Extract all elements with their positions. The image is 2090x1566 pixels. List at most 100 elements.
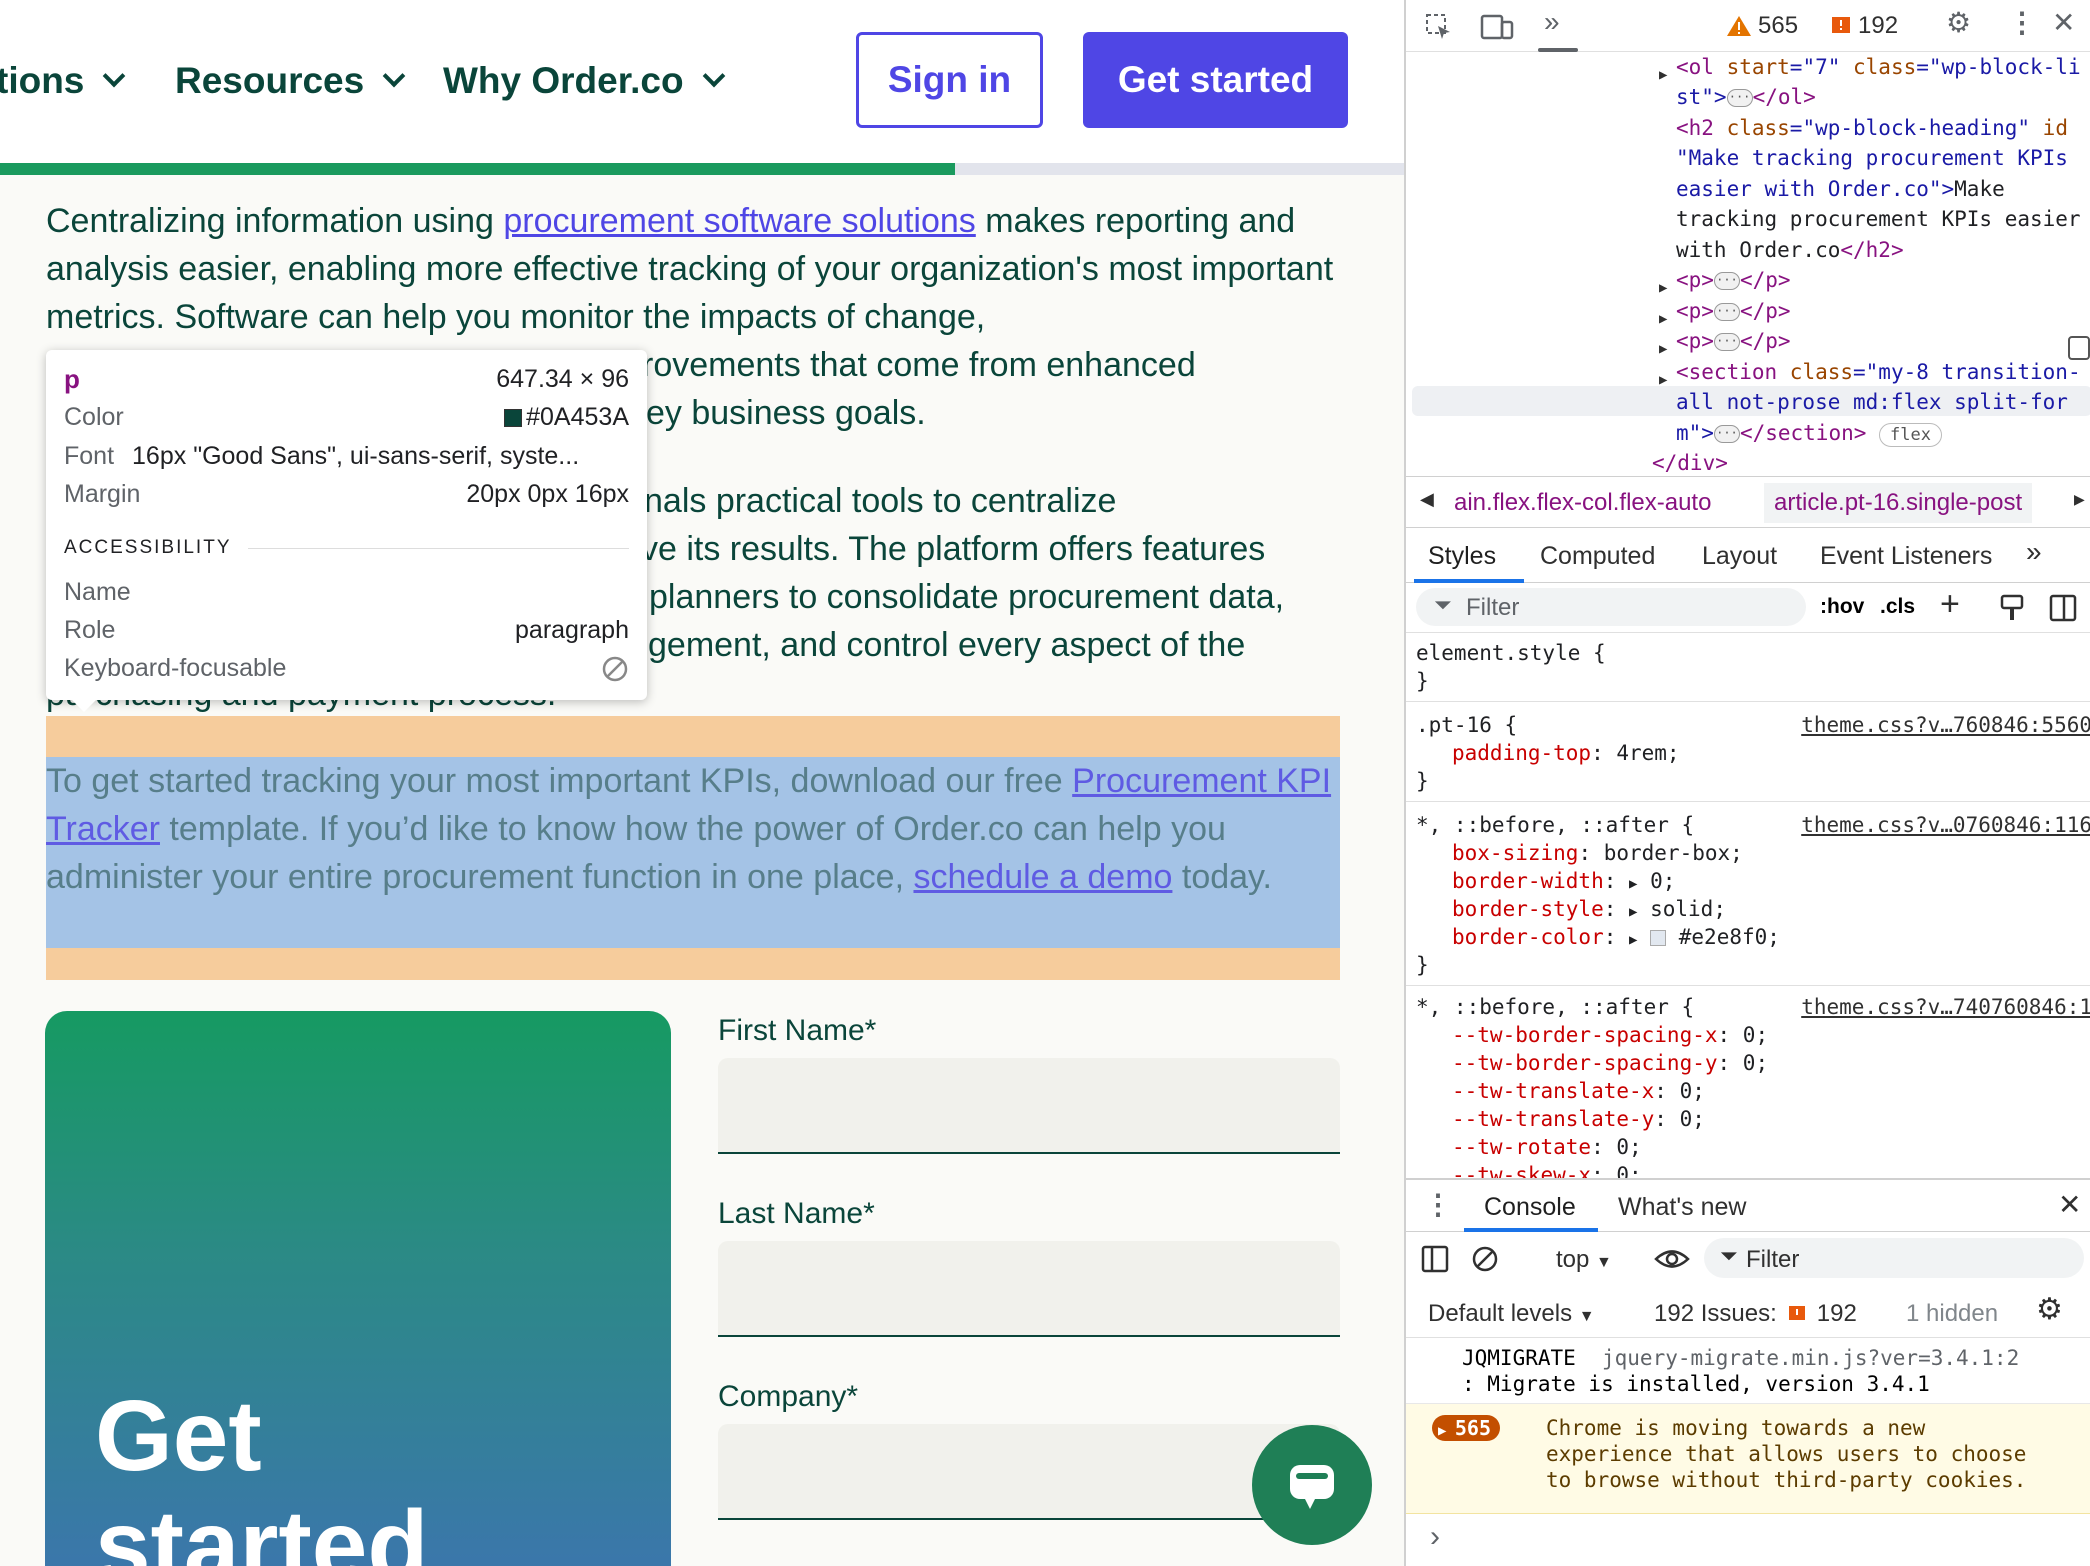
ellipsis-icon[interactable]: ··· (1713, 303, 1740, 321)
expand-triangle-icon[interactable]: ▶ (1659, 365, 1667, 396)
breadcrumb-scroll-left-icon[interactable]: ◀ (1420, 489, 1434, 510)
expand-triangle-icon[interactable]: ▶ (1659, 273, 1667, 304)
log-source-link[interactable]: jquery-migrate.min.js?ver=3.4.1:2 (1602, 1345, 2019, 1371)
tab-event-listeners[interactable]: Event Listeners (1820, 542, 1992, 571)
expand-triangle-icon[interactable]: ▶ (1659, 304, 1667, 335)
style-declaration[interactable]: --tw-rotate: 0; (1452, 1133, 1642, 1161)
rule-selector-universal[interactable]: *, ::before, ::after { (1416, 811, 1694, 839)
breadcrumb-item[interactable]: ain.flex.flex-col.flex-auto (1454, 489, 1711, 517)
rule-close-brace: } (1416, 953, 1429, 977)
breadcrumb-item-selected[interactable]: article.pt-16.single-post (1764, 483, 2033, 523)
style-declaration[interactable]: border-width: ▶ 0; (1452, 867, 1675, 898)
tab-layout[interactable]: Layout (1702, 542, 1777, 571)
schedule-demo-link[interactable]: schedule a demo (913, 858, 1172, 896)
chat-widget-button[interactable] (1252, 1425, 1372, 1545)
rule-selector-pt-16[interactable]: .pt-16 { (1416, 711, 1517, 739)
first-name-input[interactable] (718, 1058, 1340, 1154)
nav-item-solutions[interactable]: tions (0, 60, 126, 102)
more-options-icon[interactable]: ⋮ (2008, 6, 2036, 39)
style-declaration[interactable]: --tw-translate-x: 0; (1452, 1077, 1705, 1105)
sign-in-button[interactable]: Sign in (856, 32, 1043, 128)
get-started-button[interactable]: Get started (1083, 32, 1348, 128)
inspect-element-icon[interactable] (1424, 12, 1454, 42)
nav-item-why-orderco[interactable]: Why Order.co (443, 60, 725, 102)
new-style-rule-icon[interactable]: + (1940, 585, 1960, 624)
tooltip-arrow (72, 700, 96, 712)
console-settings-gear-icon[interactable]: ⚙ (2036, 1292, 2063, 1327)
dom-node-p[interactable]: <p> ··· </p> (1676, 265, 1791, 296)
last-name-input[interactable] (718, 1241, 1340, 1337)
cls-toggle[interactable]: .cls (1880, 595, 1915, 619)
style-declaration[interactable]: box-sizing: border-box; (1452, 839, 1743, 867)
nav-item-resources[interactable]: Resources (175, 60, 406, 102)
dom-node-ol[interactable]: <ol start="7" class="wp-block-li (1676, 52, 2081, 83)
breadcrumb-scroll-right-icon[interactable]: ▶ (2074, 491, 2085, 508)
more-tabs-icon[interactable]: » (2026, 536, 2042, 568)
ellipsis-icon[interactable]: ··· (1713, 272, 1740, 290)
console-issues-button[interactable]: 192 Issues: 192 (1654, 1300, 1857, 1328)
style-declaration[interactable]: padding-top: 4rem; (1452, 739, 1680, 767)
expand-triangle-icon[interactable]: ▶ (1629, 932, 1637, 948)
rule-source-link[interactable]: theme.css?v…740760846:1 (1801, 993, 2090, 1021)
console-drawer: ⋮ Console What's new ✕ top ▼ ⏷ Filter De… (1406, 1178, 2090, 1566)
rule-selector-universal[interactable]: *, ::before, ::after { (1416, 993, 1694, 1021)
style-declaration[interactable]: border-color: ▶ #e2e8f0; (1452, 923, 1780, 954)
style-declaration[interactable]: --tw-border-spacing-x: 0; (1452, 1021, 1768, 1049)
tab-styles[interactable]: Styles (1428, 542, 1496, 571)
elements-tree: ▶ <ol start="7" class="wp-block-li st"> ·… (1406, 52, 2090, 476)
last-name-label: Last Name* (718, 1197, 875, 1230)
rule-source-link[interactable]: theme.css?v…0760846:116 (1801, 811, 2090, 839)
expand-triangle-icon[interactable]: ▶ (1629, 876, 1637, 892)
toggle-sidebar-icon[interactable] (2048, 593, 2078, 623)
issues-counter[interactable]: 192 (1830, 12, 1898, 40)
drawer-menu-icon[interactable]: ⋮ (1424, 1188, 1452, 1221)
default-levels-dropdown[interactable]: Default levels ▼ (1428, 1300, 1595, 1328)
context-selector[interactable]: top ▼ (1556, 1246, 1612, 1274)
expand-triangle-icon[interactable]: ▶ (1629, 904, 1637, 920)
repeat-count-badge[interactable]: ▶ 565 (1432, 1415, 1500, 1441)
style-declaration[interactable]: border-style: ▶ solid; (1452, 895, 1726, 926)
expand-triangle-icon[interactable]: ▶ (1659, 334, 1667, 365)
settings-gear-icon[interactable]: ⚙ (1946, 6, 1971, 39)
filter-funnel-icon: ⏷ (1720, 1243, 1738, 1268)
dom-node-p[interactable]: <p> ··· </p> (1676, 296, 1791, 327)
more-tabs-icon[interactable]: » (1544, 6, 1560, 38)
hov-toggle[interactable]: :hov (1820, 595, 1864, 619)
repeat-count: 565 (1454, 1416, 1491, 1440)
company-input[interactable] (718, 1424, 1340, 1520)
flex-badge[interactable]: flex (1879, 423, 1942, 447)
style-declaration[interactable]: --tw-translate-y: 0; (1452, 1105, 1705, 1133)
element-style-selector[interactable]: element.style { (1416, 639, 1606, 667)
ellipsis-icon[interactable]: ··· (1713, 333, 1740, 351)
styles-filter-input[interactable]: ⏷ Filter (1416, 588, 1806, 626)
close-drawer-icon[interactable]: ✕ (2058, 1188, 2081, 1221)
rule-source-link[interactable]: theme.css?v…760846:5560 (1801, 711, 2090, 739)
dom-node-h2[interactable]: <h2 class="wp-block-heading" id (1676, 113, 2068, 144)
tab-whats-new[interactable]: What's new (1618, 1193, 1746, 1222)
tab-computed[interactable]: Computed (1540, 542, 1655, 571)
clear-console-icon[interactable] (1470, 1244, 1500, 1274)
device-toolbar-icon[interactable] (1480, 12, 1514, 42)
dom-node-section[interactable]: <section class="my-8 transition- (1676, 357, 2081, 388)
procurement-software-link[interactable]: procurement software solutions (503, 202, 975, 240)
ellipsis-icon[interactable]: ··· (1726, 89, 1753, 107)
tooltip-role-label: Role (64, 616, 116, 644)
color-swatch-icon[interactable] (1650, 930, 1667, 946)
paint-brush-icon[interactable] (1998, 593, 2026, 623)
cta-title-line-2: started (95, 1490, 429, 1566)
console-sidebar-icon[interactable] (1420, 1244, 1450, 1274)
node-action-icon[interactable] (2066, 334, 2090, 362)
console-prompt-icon[interactable]: › (1430, 1520, 1440, 1554)
warnings-count: 565 (1758, 12, 1799, 39)
live-expression-eye-icon[interactable] (1654, 1244, 1690, 1274)
close-devtools-icon[interactable]: ✕ (2052, 6, 2075, 39)
dom-node-p-hovered[interactable]: <p> ··· </p> (1676, 326, 1791, 357)
tooltip-name-label: Name (64, 578, 131, 606)
expand-triangle-icon[interactable]: ▶ (1659, 60, 1667, 91)
ellipsis-icon[interactable]: ··· (1713, 425, 1740, 443)
style-declaration[interactable]: --tw-border-spacing-y: 0; (1452, 1049, 1768, 1077)
warnings-counter[interactable]: 565 (1726, 12, 1798, 40)
style-declaration[interactable]: --tw-skew-x: 0; (1452, 1161, 1642, 1178)
console-filter-input[interactable]: ⏷ Filter (1704, 1238, 2084, 1278)
tab-console[interactable]: Console (1484, 1193, 1576, 1222)
